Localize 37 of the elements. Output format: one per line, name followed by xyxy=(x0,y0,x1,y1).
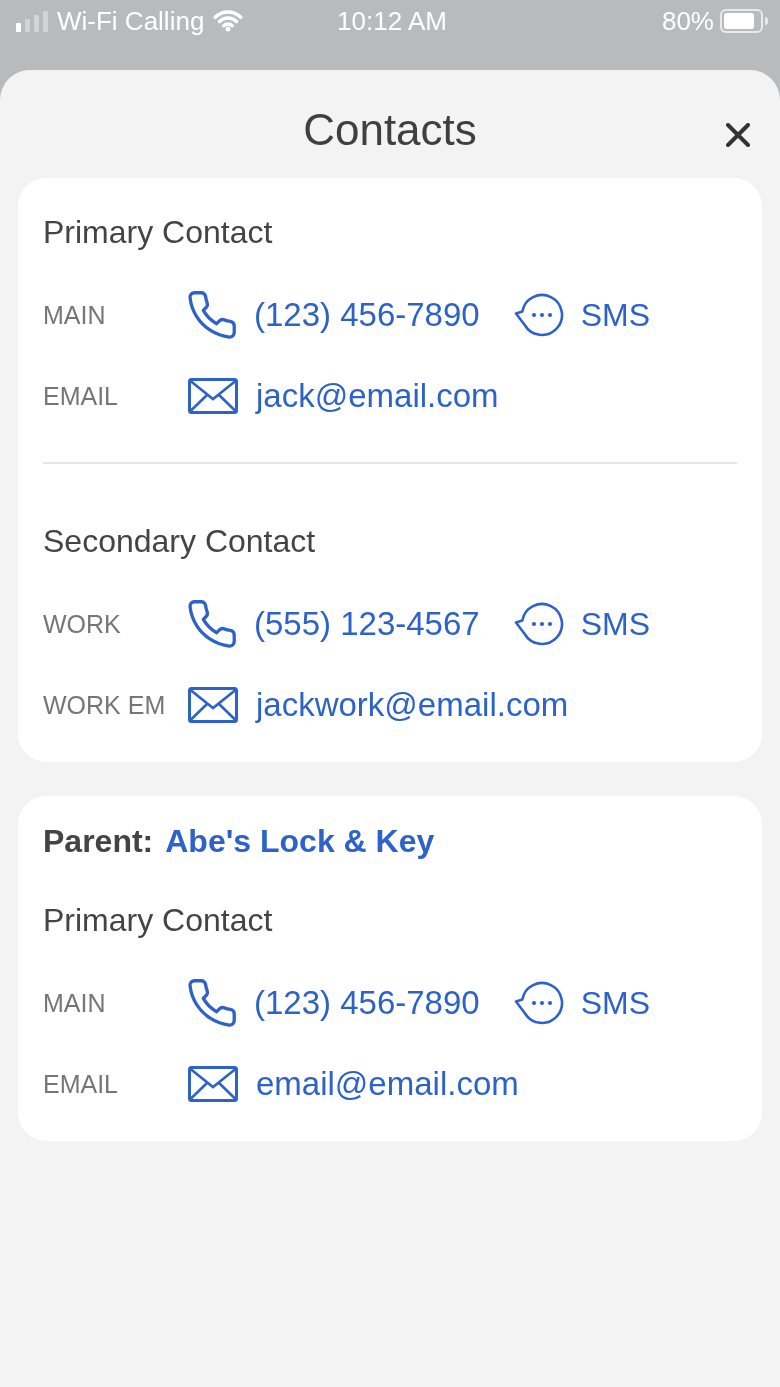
field-label: MAIN xyxy=(43,300,107,330)
field-label: WORK xyxy=(43,609,122,639)
carrier-text: Wi-Fi Calling xyxy=(57,6,205,36)
phone-icon xyxy=(188,291,236,339)
phone-link[interactable]: (555) 123-4567 xyxy=(188,600,480,648)
phone-icon xyxy=(188,979,236,1027)
signal-bars-icon xyxy=(16,10,48,32)
envelope-icon xyxy=(188,1066,238,1102)
field-label: WORK EM xyxy=(43,690,167,720)
close-icon xyxy=(726,123,750,147)
field-label: EMAIL xyxy=(43,1069,120,1099)
email-link[interactable]: email@email.com xyxy=(188,1064,519,1104)
phone-link[interactable]: (123) 456-7890 xyxy=(188,979,480,1027)
parent-link[interactable]: Abe's Lock & Key xyxy=(165,821,435,861)
chat-bubble-icon xyxy=(513,602,564,646)
chat-bubble-icon xyxy=(513,293,564,337)
section-title: Primary Contact xyxy=(43,901,274,940)
sms-link[interactable]: SMS xyxy=(513,602,650,646)
email-link[interactable]: jackwork@email.com xyxy=(188,685,569,725)
sheet-title: Contacts xyxy=(303,104,477,156)
chat-bubble-icon xyxy=(513,981,564,1025)
battery-percent: 80% xyxy=(661,6,714,36)
section-title: Secondary Contact xyxy=(43,522,317,561)
sms-link[interactable]: SMS xyxy=(513,981,650,1025)
wifi-icon xyxy=(213,10,244,32)
battery-icon xyxy=(720,9,768,33)
parent-label: Parent: xyxy=(43,822,154,861)
phone-link[interactable]: (123) 456-7890 xyxy=(188,291,480,339)
envelope-icon xyxy=(188,687,238,723)
section-title: Primary Contact xyxy=(43,213,274,252)
clock-time: 10:12 AM xyxy=(337,6,447,36)
phone-icon xyxy=(188,600,236,648)
sms-link[interactable]: SMS xyxy=(513,293,650,337)
field-label: EMAIL xyxy=(43,381,120,411)
email-link[interactable]: jack@email.com xyxy=(188,376,499,416)
field-label: MAIN xyxy=(43,988,107,1018)
envelope-icon xyxy=(188,378,238,414)
